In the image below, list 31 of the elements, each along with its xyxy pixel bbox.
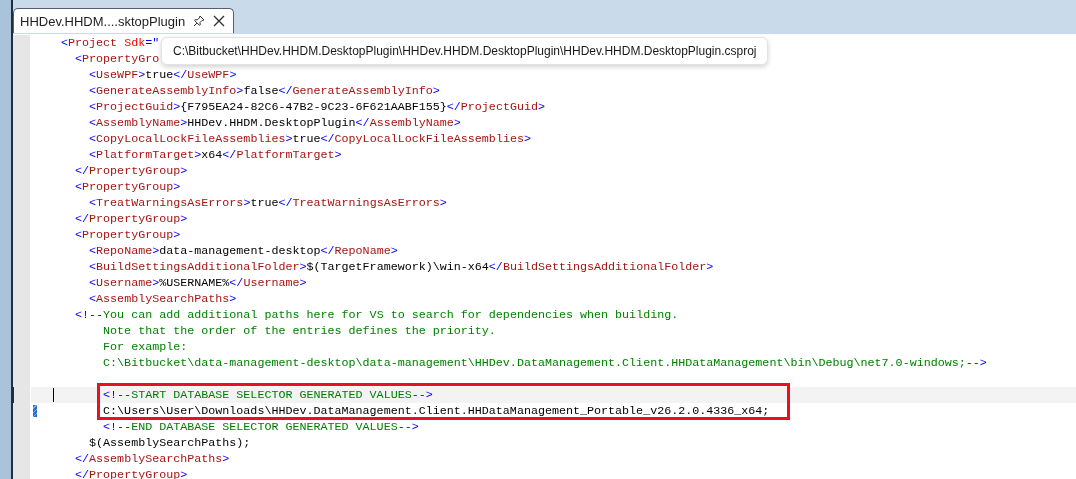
code-line: <PropertyGro xyxy=(74,51,160,67)
code-line: <!--START DATABASE SELECTOR GENERATED VALUES--> xyxy=(102,387,433,403)
code-line: </AssemblySearchPaths> xyxy=(74,451,230,467)
code-line: <!--END DATABASE SELECTOR GENERATED VALUES--> xyxy=(102,419,419,435)
code-line: <CopyLocalLockFileAssemblies>true</CopyLocalLockFileAssemblies> xyxy=(88,131,531,147)
code-line: For example: xyxy=(102,339,188,355)
code-line: <UseWPF>true</UseWPF> xyxy=(88,67,237,83)
code-line: C:\Bitbucket\data-management-desktop\data-management\HHDev.DataManagement.Client.HHDataManagement\bin\Debug\net7.0-windows;--> xyxy=(102,355,987,371)
code-line: <PlatformTarget>x64</PlatformTarget> xyxy=(88,147,342,163)
code-line: <Username>%USERNAME%</Username> xyxy=(88,275,307,291)
code-line: C:\Users\User\Downloads\HHDev.DataManagement.Client.HHDataManagement_Portable_v26.2.0.4336_x64; xyxy=(102,403,770,419)
code-line: <RepoName>data-management-desktop</RepoName> xyxy=(88,243,398,259)
pin-icon[interactable] xyxy=(193,15,206,27)
code-line: <GenerateAssemblyInfo>false</GenerateAssemblyInfo> xyxy=(88,83,440,99)
code-line: <AssemblySearchPaths> xyxy=(88,291,237,307)
document-tab[interactable]: HHDev.HHDM....sktopPlugin xyxy=(13,8,235,33)
code-line: Note that the order of the entries defines the priority. xyxy=(102,323,496,339)
code-line: <PropertyGroup> xyxy=(74,227,181,243)
text-caret xyxy=(53,388,54,402)
close-icon[interactable] xyxy=(213,15,226,27)
code-line: <TreatWarningsAsErrors>true</TreatWarningsAsErrors> xyxy=(88,195,447,211)
code-line: <Project Sdk=" xyxy=(61,35,160,51)
code-line: <!--You can add additional paths here for VS to search for dependencies when building. xyxy=(74,307,679,323)
code-line: </PropertyGroup> xyxy=(74,163,188,179)
code-line: $(AssemblySearchPaths); xyxy=(88,435,251,451)
path-tooltip: C:\Bitbucket\HHDev.HHDM.DesktopPlugin\HHDev.HHDM.DesktopPlugin\HHDev.HHDM.DesktopPlugin.csproj xyxy=(161,37,768,65)
code-line: <AssemblyName>HHDev.HHDM.DesktopPlugin</AssemblyName> xyxy=(88,115,461,131)
code-line: </PropertyGroup> xyxy=(74,211,188,227)
code-line: <BuildSettingsAdditionalFolder>$(TargetFramework)\win-x64</BuildSettingsAdditionalFolder> xyxy=(88,259,714,275)
code-line: <ProjectGuid>{F795EA24-82C6-47B2-9C23-6F621AABF155}</ProjectGuid> xyxy=(88,99,545,115)
code-line: <PropertyGroup> xyxy=(74,179,181,195)
